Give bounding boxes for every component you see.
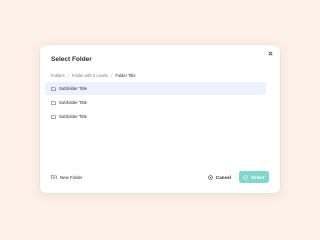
folder-icon (51, 100, 59, 105)
cancel-button[interactable]: Cancel (208, 175, 231, 180)
folder-icon (51, 114, 59, 119)
breadcrumb-separator: / (111, 72, 113, 78)
cancel-circle-icon (208, 174, 216, 180)
breadcrumb-item-folders[interactable]: Folders (51, 73, 65, 78)
new-folder-button[interactable]: New Folder (51, 175, 82, 180)
new-folder-label: New Folder (60, 174, 83, 180)
folder-list-item[interactable]: Subfolder Title (45, 110, 266, 123)
select-button[interactable]: Select (239, 171, 269, 183)
folder-list-item[interactable]: Subfolder Title (45, 96, 266, 109)
folder-label: Subfolder Title (59, 114, 88, 119)
close-button[interactable] (267, 50, 274, 57)
folder-list-item[interactable]: Subfolder Title (45, 82, 266, 95)
breadcrumb-item-current: Folder Title (115, 72, 136, 78)
select-folder-dialog: Select Folder Folders / Folder with 2 Le… (40, 45, 280, 193)
folder-plus-icon (51, 174, 60, 180)
breadcrumb-separator: / (67, 72, 69, 78)
breadcrumb-item-folder-with-2-levels[interactable]: Folder with 2 Levels (72, 73, 108, 78)
folder-label: Subfolder Title (59, 100, 88, 105)
folder-icon (51, 86, 59, 91)
cancel-label: Cancel (215, 174, 231, 180)
dialog-footer: New Folder Cancel Select (51, 171, 269, 183)
select-label: Select (250, 174, 265, 180)
breadcrumb: Folders / Folder with 2 Levels / Folder … (51, 72, 136, 78)
dialog-title: Select Folder (51, 56, 92, 63)
close-icon (268, 51, 273, 56)
folder-label: Subfolder Title (59, 86, 88, 91)
folder-list: Subfolder Title Subfolder Title Subfolde… (45, 82, 266, 124)
check-circle-icon (243, 174, 251, 180)
